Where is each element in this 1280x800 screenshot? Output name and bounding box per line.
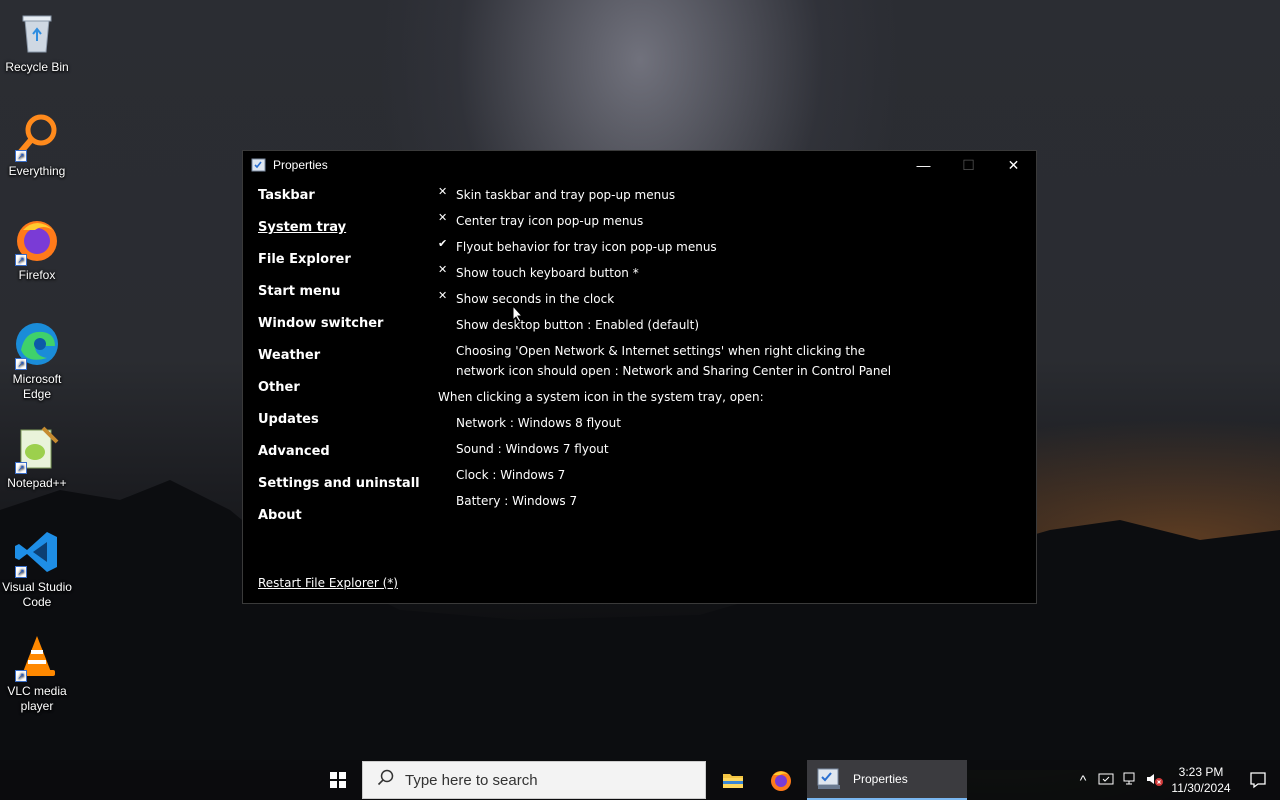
volume-muted-icon[interactable] — [1142, 771, 1166, 790]
nav-item-about[interactable]: About — [258, 508, 420, 540]
window-title: Properties — [273, 158, 328, 172]
firefox-icon: ↗ — [13, 216, 61, 266]
network-icon[interactable] — [1118, 771, 1142, 790]
nav-item-weather[interactable]: Weather — [258, 348, 420, 380]
desktop-icon-everything[interactable]: ↗ Everything — [0, 112, 74, 179]
option-skin-menus[interactable]: ✕ Skin taskbar and tray pop-up menus — [438, 185, 891, 211]
option-show-desktop-button[interactable]: Show desktop button : Enabled (default) — [438, 315, 891, 341]
properties-window: Properties — ☐ ✕ Taskbar System tray Fil… — [242, 150, 1037, 604]
nav-item-system-tray[interactable]: System tray — [258, 220, 420, 252]
option-label: Show desktop button : Enabled (default) — [456, 318, 700, 332]
shortcut-arrow-icon: ↗ — [15, 150, 27, 162]
option-show-seconds[interactable]: ✕ Show seconds in the clock — [438, 289, 891, 315]
desktop-icon-vscode[interactable]: ↗ Visual Studio Code — [0, 528, 74, 610]
shortcut-arrow-icon: ↗ — [15, 566, 27, 578]
taskbar-clock[interactable]: 3:23 PM 11/30/2024 — [1166, 764, 1236, 796]
system-icon-section-heading: When clicking a system icon in the syste… — [438, 390, 764, 404]
search-placeholder: Type here to search — [405, 771, 538, 789]
nav-item-file-explorer[interactable]: File Explorer — [258, 252, 420, 284]
taskbar-properties-app[interactable]: Properties — [807, 760, 967, 800]
desktop-icon-recycle-bin[interactable]: Recycle Bin — [0, 8, 74, 75]
everything-icon: ↗ — [13, 112, 61, 162]
option-label: Show seconds in the clock — [456, 292, 615, 306]
maximize-button[interactable]: ☐ — [946, 151, 991, 179]
desktop-icon-label: Visual Studio Code — [2, 580, 72, 609]
nav-item-window-switcher[interactable]: Window switcher — [258, 316, 420, 348]
vscode-icon: ↗ — [13, 528, 61, 578]
desktop-icon-firefox[interactable]: ↗ Firefox — [0, 216, 74, 283]
nav-item-updates[interactable]: Updates — [258, 412, 420, 444]
search-icon — [377, 769, 395, 791]
clock-date: 11/30/2024 — [1171, 781, 1231, 795]
taskbar-app-label: Properties — [853, 772, 908, 786]
nav-item-other[interactable]: Other — [258, 380, 420, 412]
shortcut-arrow-icon: ↗ — [15, 670, 27, 682]
desktop-icon-label: Microsoft Edge — [12, 372, 62, 401]
desktop-icon-vlc[interactable]: ↗ VLC media player — [0, 632, 74, 714]
unchecked-x-icon: ✕ — [438, 211, 448, 224]
mouse-cursor-icon — [512, 305, 524, 323]
security-tray-icon[interactable] — [1094, 771, 1118, 790]
clock-time: 3:23 PM — [1178, 765, 1224, 779]
taskbar-search-box[interactable]: Type here to search — [362, 761, 706, 799]
option-sound-flyout[interactable]: Sound : Windows 7 flyout — [438, 439, 891, 465]
unchecked-x-icon: ✕ — [438, 263, 448, 276]
option-center-menus[interactable]: ✕ Center tray icon pop-up menus — [438, 211, 891, 237]
nav-item-taskbar[interactable]: Taskbar — [258, 188, 420, 220]
desktop-icon-label: Notepad++ — [7, 476, 67, 490]
desktop-icon-label: VLC media player — [7, 684, 67, 713]
nav-item-start-menu[interactable]: Start menu — [258, 284, 420, 316]
system-tray: ^ 3:23 PM 11/30/2024 — [1072, 760, 1280, 800]
system-tray-options: ✕ Skin taskbar and tray pop-up menus ✕ C… — [438, 185, 891, 517]
option-network-settings-target[interactable]: Choosing 'Open Network & Internet settin… — [438, 341, 891, 387]
firefox-icon — [771, 771, 791, 791]
unchecked-x-icon: ✕ — [438, 289, 448, 302]
settings-nav: Taskbar System tray File Explorer Start … — [258, 188, 420, 540]
minimize-button[interactable]: — — [901, 151, 946, 179]
option-label: Skin taskbar and tray pop-up menus — [456, 188, 676, 202]
folder-icon — [723, 774, 743, 788]
desktop-icon-label: Everything — [8, 164, 66, 178]
notepadpp-icon: ↗ — [13, 424, 61, 474]
option-network-flyout[interactable]: Network : Windows 8 flyout — [438, 413, 891, 439]
unchecked-x-icon: ✕ — [438, 185, 448, 198]
windows-logo-icon — [330, 772, 346, 788]
edge-icon: ↗ — [13, 320, 61, 370]
option-flyout-behavior[interactable]: ✔ Flyout behavior for tray icon pop-up m… — [438, 237, 891, 263]
option-label-line1: Choosing 'Open Network & Internet settin… — [456, 344, 866, 358]
shortcut-arrow-icon: ↗ — [15, 462, 27, 474]
nav-item-settings-uninstall[interactable]: Settings and uninstall — [258, 476, 420, 508]
notification-center-icon[interactable] — [1236, 771, 1280, 789]
properties-app-icon — [251, 157, 267, 173]
desktop-icon-label: Firefox — [18, 268, 56, 282]
nav-item-advanced[interactable]: Advanced — [258, 444, 420, 476]
taskbar-firefox[interactable] — [760, 760, 802, 800]
start-button[interactable] — [318, 760, 358, 800]
properties-app-icon — [817, 768, 840, 789]
shortcut-arrow-icon: ↗ — [15, 358, 27, 370]
desktop-icon-notepadpp[interactable]: ↗ Notepad++ — [0, 424, 74, 491]
option-touch-keyboard[interactable]: ✕ Show touch keyboard button * — [438, 263, 891, 289]
option-label: Flyout behavior for tray icon pop-up men… — [456, 240, 717, 254]
recycle-bin-icon — [13, 8, 61, 56]
desktop-icon-microsoft-edge[interactable]: ↗ Microsoft Edge — [0, 320, 74, 402]
chevron-up-icon[interactable]: ^ — [1072, 772, 1094, 788]
option-label-line2: network icon should open : Network and S… — [456, 364, 892, 378]
option-battery-flyout[interactable]: Battery : Windows 7 — [438, 491, 891, 517]
shortcut-arrow-icon: ↗ — [15, 254, 27, 266]
restart-explorer-link[interactable]: Restart File Explorer (*) — [258, 576, 398, 590]
option-clock-flyout[interactable]: Clock : Windows 7 — [438, 465, 891, 491]
desktop-icon-label: Recycle Bin — [5, 60, 69, 74]
taskbar: Type here to search Properties ^ 3:23 PM… — [0, 760, 1280, 800]
option-label: Center tray icon pop-up menus — [456, 214, 644, 228]
option-label: Show touch keyboard button * — [456, 266, 639, 280]
checkmark-icon: ✔ — [438, 237, 448, 250]
taskbar-file-explorer[interactable] — [712, 760, 754, 800]
close-button[interactable]: ✕ — [991, 151, 1036, 179]
title-bar[interactable]: Properties — ☐ ✕ — [243, 151, 1036, 179]
vlc-icon: ↗ — [13, 632, 61, 682]
